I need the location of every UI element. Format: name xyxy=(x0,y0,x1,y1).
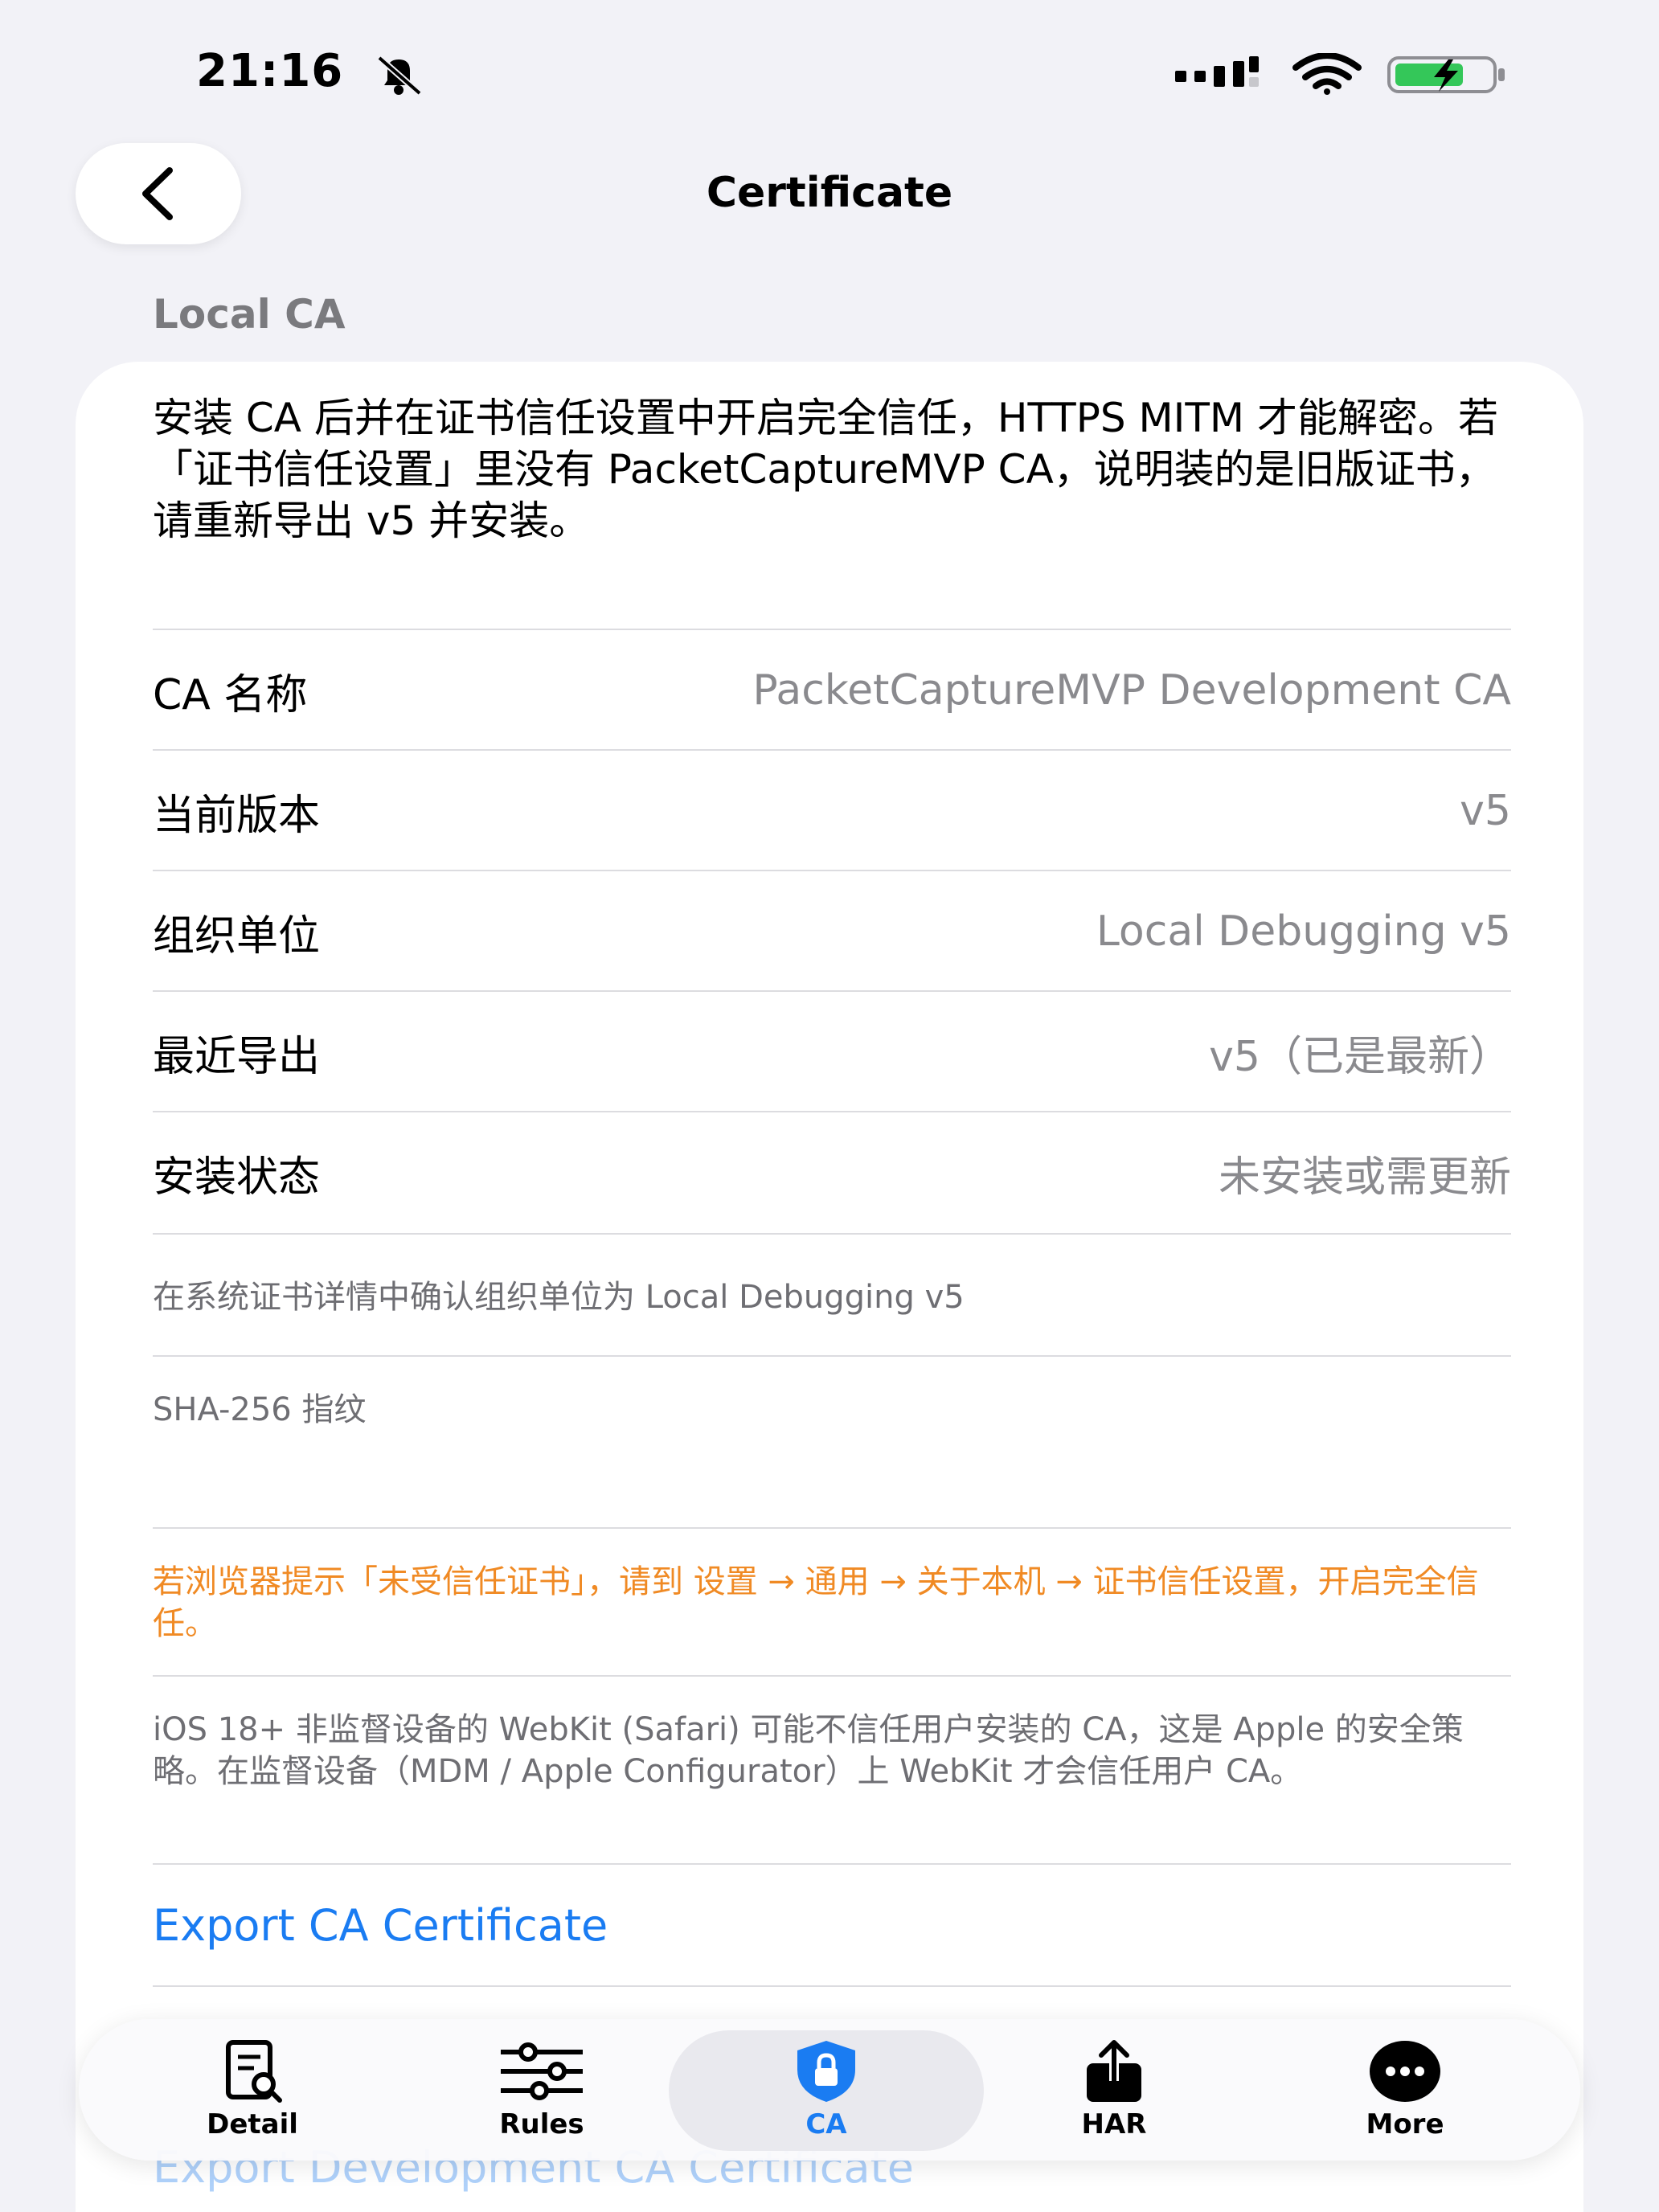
ellipsis-circle-icon xyxy=(1370,2041,1440,2102)
row-ca-name: CA 名称 PacketCaptureMVP Development CA xyxy=(153,630,1511,751)
share-upload-icon xyxy=(1087,2040,1141,2102)
fingerprint-label: SHA-256 指纹 xyxy=(153,1391,367,1428)
row-current-version: 当前版本 v5 xyxy=(153,751,1511,871)
tab-detail[interactable]: Detail xyxy=(164,2019,341,2161)
sliders-icon xyxy=(501,2042,583,2100)
row-label: 组织单位 xyxy=(153,911,321,961)
section-header: Local CA xyxy=(153,291,346,338)
row-last-export: 最近导出 v5（已是最新） xyxy=(153,992,1511,1112)
tab-more[interactable]: More xyxy=(1317,2019,1493,2161)
row-label: 最近导出 xyxy=(153,1032,321,1081)
tab-bar: Detail Rules CA HAR More xyxy=(79,2019,1580,2161)
status-time: 21:16 xyxy=(196,45,344,97)
ios-note: iOS 18+ 非监督设备的 WebKit (Safari) 可能不信任用户安装… xyxy=(153,1711,1464,1790)
row-value: v5 xyxy=(1460,787,1511,835)
detail-search-icon xyxy=(226,2040,282,2103)
tab-label: Rules xyxy=(499,2108,584,2140)
row-value: v5（已是最新） xyxy=(1209,1032,1511,1081)
row-value: PacketCaptureMVP Development CA xyxy=(752,666,1511,715)
cellular-signal-icon xyxy=(1175,56,1259,87)
divider xyxy=(153,1233,1511,1235)
divider xyxy=(153,1675,1511,1677)
row-label: CA 名称 xyxy=(153,670,308,719)
divider xyxy=(153,1527,1511,1529)
tab-har[interactable]: HAR xyxy=(1026,2019,1202,2161)
tab-label: More xyxy=(1366,2108,1444,2140)
page-title: Certificate xyxy=(706,169,953,217)
row-org-unit: 组织单位 Local Debugging v5 xyxy=(153,871,1511,992)
divider xyxy=(153,1355,1511,1357)
row-value: Local Debugging v5 xyxy=(1096,907,1511,956)
row-install-status: 安装状态 未安装或需更新 xyxy=(153,1112,1511,1233)
row-label: 安装状态 xyxy=(153,1153,321,1202)
ca-card: 安装 CA 后并在证书信任设置中开启完全信任，HTTPS MITM 才能解密。若… xyxy=(76,362,1583,2212)
battery-charging-icon xyxy=(1387,56,1505,93)
confirm-note: 在系统证书详情中确认组织单位为 Local Debugging v5 xyxy=(153,1279,965,1316)
tab-rules[interactable]: Rules xyxy=(453,2019,630,2161)
row-label: 当前版本 xyxy=(153,791,321,840)
tab-label: CA xyxy=(805,2108,847,2140)
shield-lock-icon xyxy=(797,2041,855,2102)
wifi-icon xyxy=(1292,53,1362,95)
tab-ca[interactable]: CA xyxy=(738,2019,915,2161)
screen: 21:16 Certificate Local CA 安装 CA 后并在证书信任… xyxy=(0,0,1659,2212)
trust-warning: 若浏览器提示「未受信任证书」，请到 设置 → 通用 → 关于本机 → 证书信任设… xyxy=(153,1563,1479,1642)
intro-text: 安装 CA 后并在证书信任设置中开启完全信任，HTTPS MITM 才能解密。若… xyxy=(153,395,1498,544)
export-ca-button[interactable]: Export CA Certificate xyxy=(153,1900,608,1951)
tab-label: HAR xyxy=(1081,2108,1147,2140)
tab-label: Detail xyxy=(207,2108,298,2140)
bell-slash-icon xyxy=(377,55,422,96)
divider xyxy=(153,1985,1511,1987)
divider xyxy=(153,1863,1511,1865)
row-value: 未安装或需更新 xyxy=(1218,1153,1511,1202)
